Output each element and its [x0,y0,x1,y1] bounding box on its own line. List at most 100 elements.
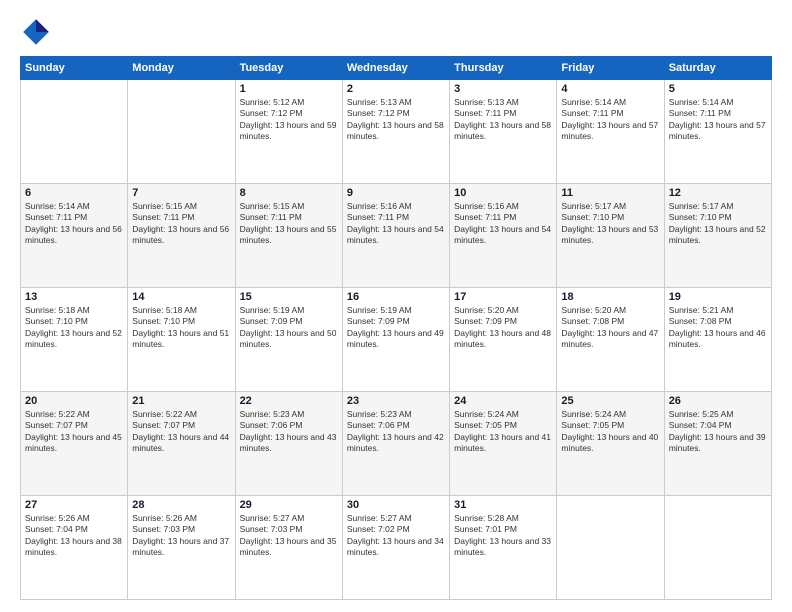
day-number: 9 [347,187,445,199]
calendar-cell [128,80,235,184]
calendar-week-1: 1 Sunrise: 5:12 AM Sunset: 7:12 PM Daylig… [21,80,772,184]
calendar-cell: 15 Sunrise: 5:19 AM Sunset: 7:09 PM Dayli… [235,288,342,392]
day-number: 16 [347,291,445,303]
calendar-cell: 8Sunrise: 5:15 AM Sunset: 7:11 PM Daylig… [235,184,342,288]
day-number: 11 [561,187,659,199]
day-number: 24 [454,395,552,407]
calendar-cell: 16Sunrise: 5:19 AM Sunset: 7:09 PM Dayli… [342,288,449,392]
day-info: Sunrise: 5:15 AM Sunset: 7:11 PM Dayligh… [132,201,230,247]
day-info: Sunrise: 5:27 AM Sunset: 7:03 PM Dayligh… [240,513,338,559]
day-number: 13 [25,291,123,303]
day-number: 21 [132,395,230,407]
day-number: 31 [454,499,552,511]
calendar-header-thursday: Thursday [450,57,557,80]
day-number: 29 [240,499,338,511]
logo-icon [20,16,52,48]
day-number: 28 [132,499,230,511]
day-number: 4 [561,83,659,95]
day-number: 1 [240,83,338,95]
calendar-cell: 12 Sunrise: 5:17 AM Sunset: 7:10 PM Dayli… [664,184,771,288]
day-number: 27 [25,499,123,511]
calendar-cell: 28 Sunrise: 5:26 AM Sunset: 7:03 PM Dayli… [128,496,235,600]
calendar-cell: 10 Sunrise: 5:16 AM Sunset: 7:11 PM Dayli… [450,184,557,288]
day-info: Sunrise: 5:20 AM Sunset: 7:09 PM Dayligh… [454,305,552,351]
day-number: 12 [669,187,767,199]
day-number: 25 [561,395,659,407]
day-number: 15 [240,291,338,303]
day-number: 19 [669,291,767,303]
calendar-header-friday: Friday [557,57,664,80]
day-number: 2 [347,83,445,95]
calendar-cell: 24 Sunrise: 5:24 AM Sunset: 7:05 PM Dayli… [450,392,557,496]
calendar-cell: 5 Sunrise: 5:14 AM Sunset: 7:11 PM Daylig… [664,80,771,184]
calendar-table: SundayMondayTuesdayWednesdayThursdayFrid… [20,56,772,600]
calendar-header-saturday: Saturday [664,57,771,80]
day-number: 26 [669,395,767,407]
day-info: Sunrise: 5:24 AM Sunset: 7:05 PM Dayligh… [561,409,659,455]
day-number: 3 [454,83,552,95]
day-info: Sunrise: 5:17 AM Sunset: 7:10 PM Dayligh… [669,201,767,247]
day-number: 30 [347,499,445,511]
day-number: 22 [240,395,338,407]
calendar-cell: 30Sunrise: 5:27 AM Sunset: 7:02 PM Dayli… [342,496,449,600]
calendar-header-row: SundayMondayTuesdayWednesdayThursdayFrid… [21,57,772,80]
calendar-cell: 1 Sunrise: 5:12 AM Sunset: 7:12 PM Daylig… [235,80,342,184]
calendar-cell: 21 Sunrise: 5:22 AM Sunset: 7:07 PM Dayli… [128,392,235,496]
page: SundayMondayTuesdayWednesdayThursdayFrid… [0,0,792,612]
day-number: 14 [132,291,230,303]
calendar-header-wednesday: Wednesday [342,57,449,80]
calendar-cell: 26 Sunrise: 5:25 AM Sunset: 7:04 PM Dayli… [664,392,771,496]
calendar-cell: 4 Sunrise: 5:14 AM Sunset: 7:11 PM Daylig… [557,80,664,184]
calendar-cell: 19 Sunrise: 5:21 AM Sunset: 7:08 PM Dayli… [664,288,771,392]
day-info: Sunrise: 5:26 AM Sunset: 7:04 PM Dayligh… [25,513,123,559]
calendar-cell: 13Sunrise: 5:18 AM Sunset: 7:10 PM Dayli… [21,288,128,392]
header [20,16,772,48]
calendar-cell: 9 Sunrise: 5:16 AM Sunset: 7:11 PM Daylig… [342,184,449,288]
day-info: Sunrise: 5:20 AM Sunset: 7:08 PM Dayligh… [561,305,659,351]
day-info: Sunrise: 5:13 AM Sunset: 7:11 PM Dayligh… [454,97,552,143]
calendar-cell [664,496,771,600]
day-info: Sunrise: 5:23 AM Sunset: 7:06 PM Dayligh… [240,409,338,455]
day-info: Sunrise: 5:14 AM Sunset: 7:11 PM Dayligh… [669,97,767,143]
day-info: Sunrise: 5:14 AM Sunset: 7:11 PM Dayligh… [561,97,659,143]
day-info: Sunrise: 5:23 AM Sunset: 7:06 PM Dayligh… [347,409,445,455]
day-info: Sunrise: 5:24 AM Sunset: 7:05 PM Dayligh… [454,409,552,455]
day-info: Sunrise: 5:26 AM Sunset: 7:03 PM Dayligh… [132,513,230,559]
day-number: 20 [25,395,123,407]
calendar-cell: 2 Sunrise: 5:13 AM Sunset: 7:12 PM Daylig… [342,80,449,184]
calendar-header-sunday: Sunday [21,57,128,80]
day-info: Sunrise: 5:16 AM Sunset: 7:11 PM Dayligh… [347,201,445,247]
day-info: Sunrise: 5:19 AM Sunset: 7:09 PM Dayligh… [240,305,338,351]
calendar-cell: 22 Sunrise: 5:23 AM Sunset: 7:06 PM Dayli… [235,392,342,496]
day-number: 7 [132,187,230,199]
calendar-cell: 20 Sunrise: 5:22 AM Sunset: 7:07 PM Dayli… [21,392,128,496]
calendar-header-monday: Monday [128,57,235,80]
calendar-cell: 25 Sunrise: 5:24 AM Sunset: 7:05 PM Dayli… [557,392,664,496]
day-info: Sunrise: 5:28 AM Sunset: 7:01 PM Dayligh… [454,513,552,559]
day-info: Sunrise: 5:16 AM Sunset: 7:11 PM Dayligh… [454,201,552,247]
day-info: Sunrise: 5:22 AM Sunset: 7:07 PM Dayligh… [25,409,123,455]
day-info: Sunrise: 5:17 AM Sunset: 7:10 PM Dayligh… [561,201,659,247]
calendar-cell: 29 Sunrise: 5:27 AM Sunset: 7:03 PM Dayli… [235,496,342,600]
day-number: 6 [25,187,123,199]
calendar-week-5: 27 Sunrise: 5:26 AM Sunset: 7:04 PM Dayli… [21,496,772,600]
calendar-week-4: 20 Sunrise: 5:22 AM Sunset: 7:07 PM Dayli… [21,392,772,496]
day-number: 10 [454,187,552,199]
day-info: Sunrise: 5:25 AM Sunset: 7:04 PM Dayligh… [669,409,767,455]
day-number: 18 [561,291,659,303]
day-number: 8 [240,187,338,199]
calendar-cell: 27 Sunrise: 5:26 AM Sunset: 7:04 PM Dayli… [21,496,128,600]
calendar-cell [557,496,664,600]
calendar-week-3: 13Sunrise: 5:18 AM Sunset: 7:10 PM Dayli… [21,288,772,392]
day-info: Sunrise: 5:12 AM Sunset: 7:12 PM Dayligh… [240,97,338,143]
calendar-cell [21,80,128,184]
calendar-cell: 14Sunrise: 5:18 AM Sunset: 7:10 PM Dayli… [128,288,235,392]
calendar-cell: 17Sunrise: 5:20 AM Sunset: 7:09 PM Dayli… [450,288,557,392]
day-info: Sunrise: 5:22 AM Sunset: 7:07 PM Dayligh… [132,409,230,455]
calendar-cell: 18 Sunrise: 5:20 AM Sunset: 7:08 PM Dayli… [557,288,664,392]
day-number: 5 [669,83,767,95]
calendar-header-tuesday: Tuesday [235,57,342,80]
calendar-cell: 6Sunrise: 5:14 AM Sunset: 7:11 PM Daylig… [21,184,128,288]
day-info: Sunrise: 5:13 AM Sunset: 7:12 PM Dayligh… [347,97,445,143]
day-info: Sunrise: 5:21 AM Sunset: 7:08 PM Dayligh… [669,305,767,351]
